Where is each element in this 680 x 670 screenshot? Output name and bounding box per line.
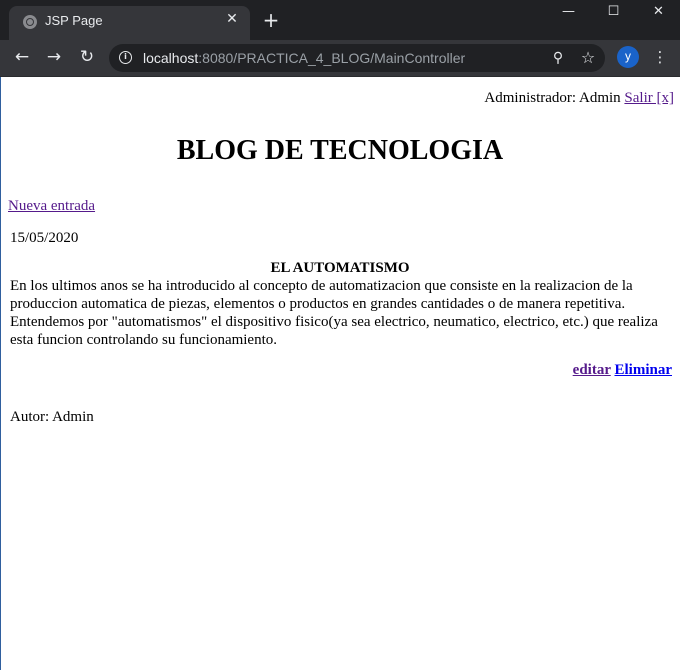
post-date: 15/05/2020 [10, 230, 79, 246]
address-bar[interactable]: i localhost:8080/PRACTICA_4_BLOG/MainCon… [109, 44, 605, 72]
delete-link[interactable]: Eliminar [614, 362, 672, 378]
reload-icon[interactable]: ↻ [75, 45, 99, 69]
edit-link[interactable]: editar [573, 362, 611, 378]
zoom-icon[interactable]: ⚲ [547, 47, 569, 69]
browser-toolbar: ← → ↻ i localhost:8080/PRACTICA_4_BLOG/M… [0, 40, 680, 77]
bookmark-star-icon[interactable]: ☆ [577, 47, 599, 69]
forward-arrow-icon[interactable]: → [42, 45, 66, 69]
post-actions: editar Eliminar [573, 362, 672, 379]
back-arrow-icon[interactable]: ← [10, 45, 34, 69]
blog-title: BLOG DE TECNOLOGIA [176, 135, 504, 166]
new-entry-link[interactable]: Nueva entrada [8, 198, 95, 215]
tab-close-icon[interactable]: ✕ [222, 9, 242, 29]
tab-title: JSP Page [45, 13, 103, 28]
window-close-icon[interactable]: ✕ [636, 0, 680, 26]
profile-avatar[interactable]: y [617, 46, 639, 68]
new-tab-button[interactable]: + [261, 10, 281, 30]
url-host: localhost [143, 50, 199, 66]
site-info-icon[interactable]: i [119, 51, 132, 64]
browser-menu-icon[interactable]: ⋮ [650, 46, 670, 68]
minimize-icon[interactable]: — [546, 0, 591, 26]
page-content: Administrador: Admin Salir [x] BLOG DE T… [0, 77, 680, 670]
url-text[interactable]: localhost:8080/PRACTICA_4_BLOG/MainContr… [143, 50, 465, 66]
browser-tab[interactable]: JSP Page ✕ [9, 6, 250, 40]
url-path: :8080/PRACTICA_4_BLOG/MainController [198, 50, 466, 66]
admin-label: Administrador: Admin [484, 90, 621, 106]
maximize-icon[interactable]: ☐ [591, 0, 636, 26]
logout-link[interactable]: Salir [x] [624, 90, 674, 106]
browser-tab-strip: JSP Page ✕ + — ☐ ✕ [0, 0, 680, 40]
globe-icon [23, 15, 37, 29]
post-title: EL AUTOMATISMO [270, 260, 410, 276]
post-author: Autor: Admin [10, 409, 94, 425]
post-body: En los ultimos anos se ha introducido al… [10, 278, 658, 348]
user-info: Administrador: Admin Salir [x] [484, 90, 674, 107]
